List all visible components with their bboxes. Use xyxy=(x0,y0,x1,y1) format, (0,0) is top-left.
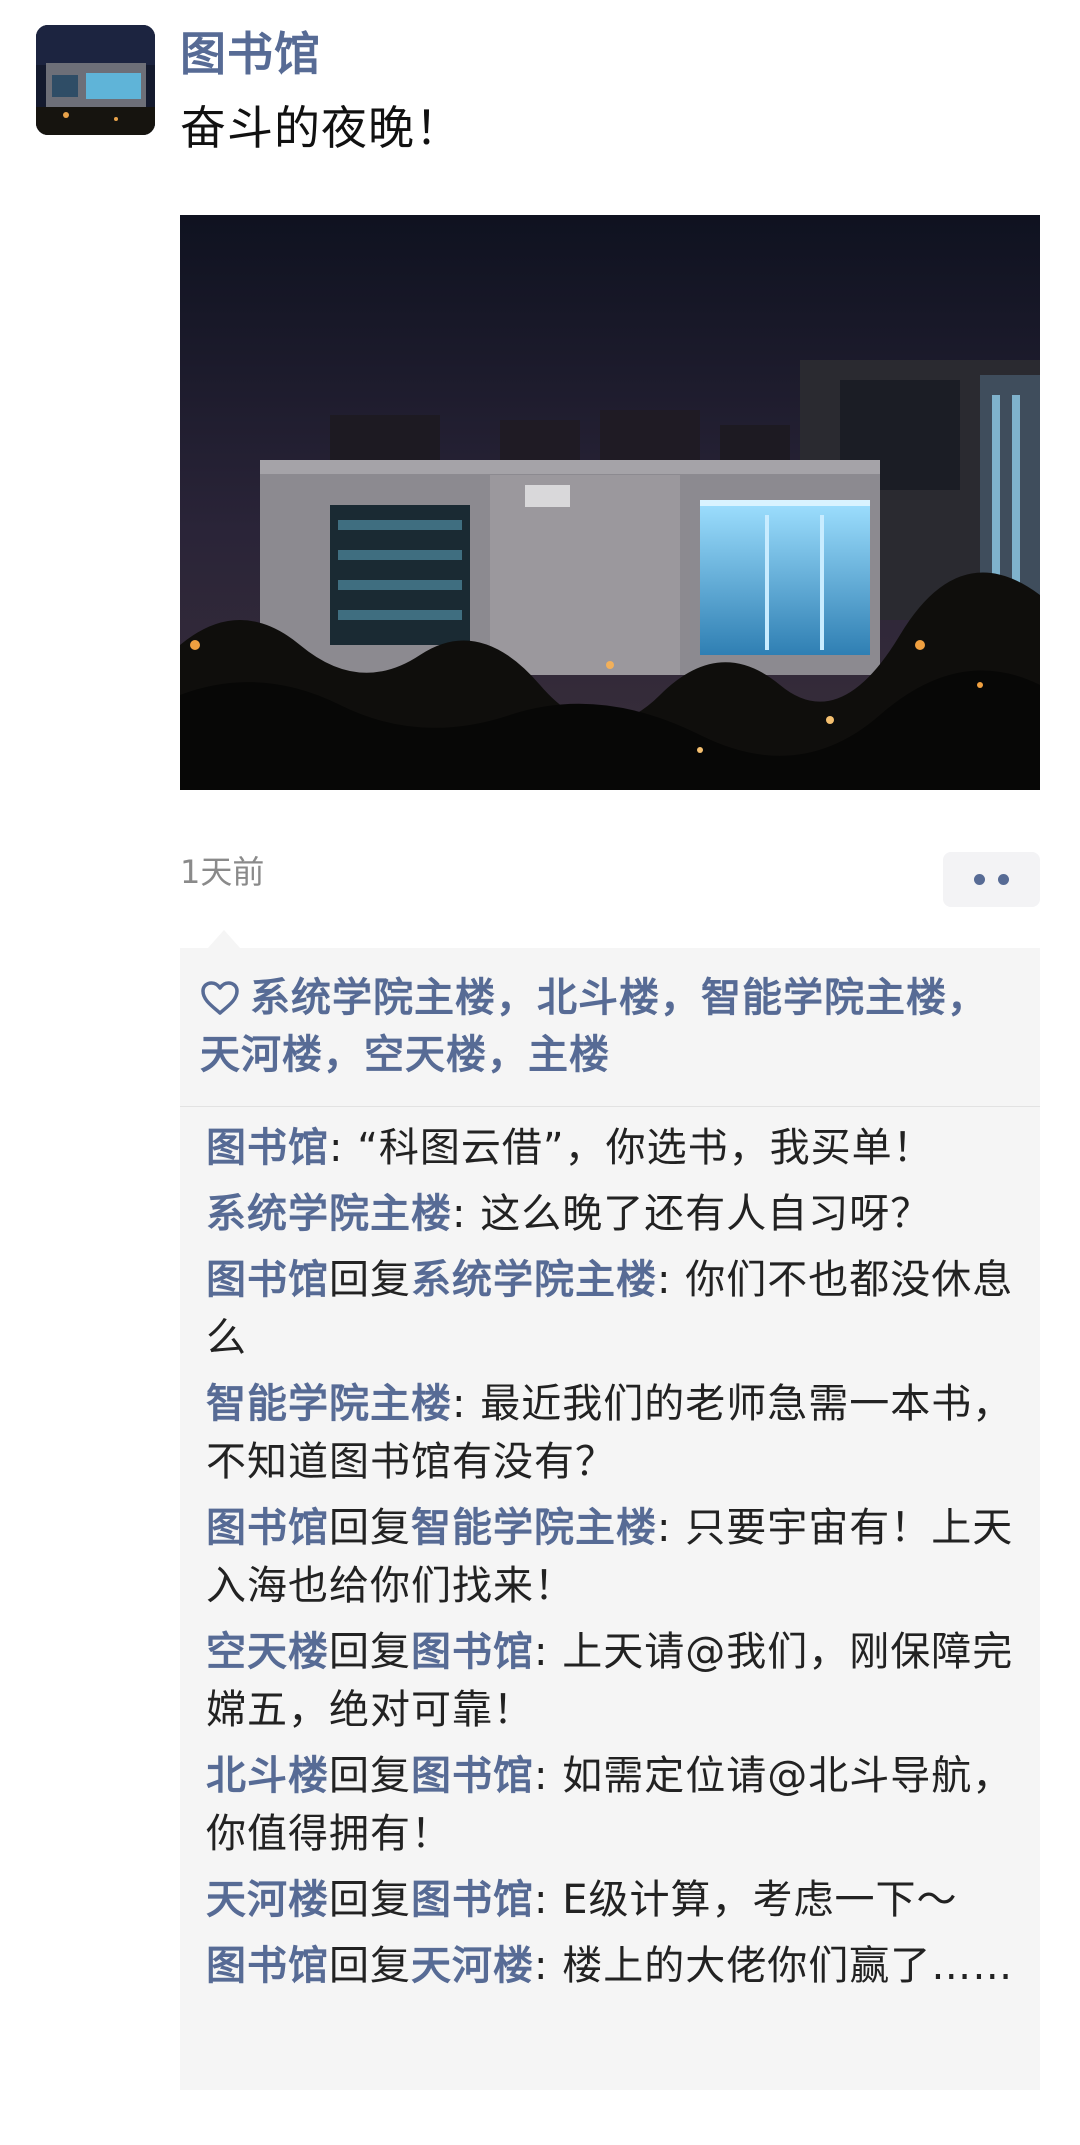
comment-author[interactable]: 图书馆 xyxy=(206,1257,329,1303)
comment-text: : “科图云借”，你选书，我买单！ xyxy=(329,1125,934,1171)
reply-target[interactable]: 天河楼 xyxy=(411,1943,534,1989)
comment-author[interactable]: 天河楼 xyxy=(206,1877,329,1923)
more-dot-icon xyxy=(998,874,1009,885)
author-name[interactable]: 图书馆 xyxy=(180,25,321,83)
post-text: 奋斗的夜晚！ xyxy=(180,101,462,155)
comment-list: 图书馆: “科图云借”，你选书，我买单！ 系统学院主楼: 这么晚了还有人自习呀？… xyxy=(180,1107,1040,2013)
library-night-photo xyxy=(180,215,1040,790)
avatar-image xyxy=(36,25,155,135)
reply-word: 回复 xyxy=(329,1505,411,1551)
reply-target[interactable]: 智能学院主楼 xyxy=(411,1505,657,1551)
reply-target[interactable]: 图书馆 xyxy=(411,1753,534,1799)
comment-text: : 这么晚了还有人自习呀？ xyxy=(452,1191,932,1237)
comment-item[interactable]: 图书馆: “科图云借”，你选书，我买单！ xyxy=(206,1119,1018,1177)
comment-item[interactable]: 天河楼回复图书馆: E级计算，考虑一下～ xyxy=(206,1871,1018,1929)
comment-author[interactable]: 系统学院主楼 xyxy=(206,1191,452,1237)
reply-word: 回复 xyxy=(329,1257,411,1303)
more-dot-icon xyxy=(974,874,985,885)
comment-item[interactable]: 北斗楼回复图书馆: 如需定位请@北斗导航，你值得拥有！ xyxy=(206,1747,1018,1863)
reply-word: 回复 xyxy=(329,1629,411,1675)
comment-author[interactable]: 图书馆 xyxy=(206,1943,329,1989)
comment-item[interactable]: 空天楼回复图书馆: 上天请@我们，刚保障完嫦五，绝对可靠！ xyxy=(206,1623,1018,1739)
comment-item[interactable]: 图书馆回复天河楼: 楼上的大佬你们赢了…… xyxy=(206,1937,1018,1995)
post-photo[interactable] xyxy=(180,215,1040,790)
likes-row: 系统学院主楼，北斗楼，智能学院主楼，天河楼，空天楼，主楼 xyxy=(180,948,1040,1107)
more-actions-button[interactable] xyxy=(943,852,1040,907)
comment-item[interactable]: 智能学院主楼: 最近我们的老师急需一本书，不知道图书馆有没有？ xyxy=(206,1375,1018,1491)
reply-word: 回复 xyxy=(329,1753,411,1799)
comment-item[interactable]: 图书馆回复系统学院主楼: 你们不也都没休息么 xyxy=(206,1251,1018,1367)
reply-target[interactable]: 图书馆 xyxy=(411,1877,534,1923)
interactions-panel: 系统学院主楼，北斗楼，智能学院主楼，天河楼，空天楼，主楼 图书馆: “科图云借”… xyxy=(180,948,1040,2090)
comment-author[interactable]: 空天楼 xyxy=(206,1629,329,1675)
panel-pointer xyxy=(208,930,240,948)
comment-author[interactable]: 图书馆 xyxy=(206,1505,329,1551)
comment-text: : E级计算，考虑一下～ xyxy=(534,1877,958,1923)
comment-item[interactable]: 图书馆回复智能学院主楼: 只要宇宙有！上天入海也给你们找来！ xyxy=(206,1499,1018,1615)
reply-target[interactable]: 图书馆 xyxy=(411,1629,534,1675)
avatar[interactable] xyxy=(36,25,155,135)
reply-word: 回复 xyxy=(329,1877,411,1923)
post-timestamp: 1天前 xyxy=(180,853,265,891)
reply-target[interactable]: 系统学院主楼 xyxy=(411,1257,657,1303)
comment-text: : 楼上的大佬你们赢了…… xyxy=(534,1943,1014,1989)
heart-icon xyxy=(201,981,239,1015)
comment-author[interactable]: 图书馆 xyxy=(206,1125,329,1171)
likes-names[interactable]: 系统学院主楼，北斗楼，智能学院主楼，天河楼，空天楼，主楼 xyxy=(200,975,988,1078)
reply-word: 回复 xyxy=(329,1943,411,1989)
comment-author[interactable]: 智能学院主楼 xyxy=(206,1381,452,1427)
comment-item[interactable]: 系统学院主楼: 这么晚了还有人自习呀？ xyxy=(206,1185,1018,1243)
comment-author[interactable]: 北斗楼 xyxy=(206,1753,329,1799)
